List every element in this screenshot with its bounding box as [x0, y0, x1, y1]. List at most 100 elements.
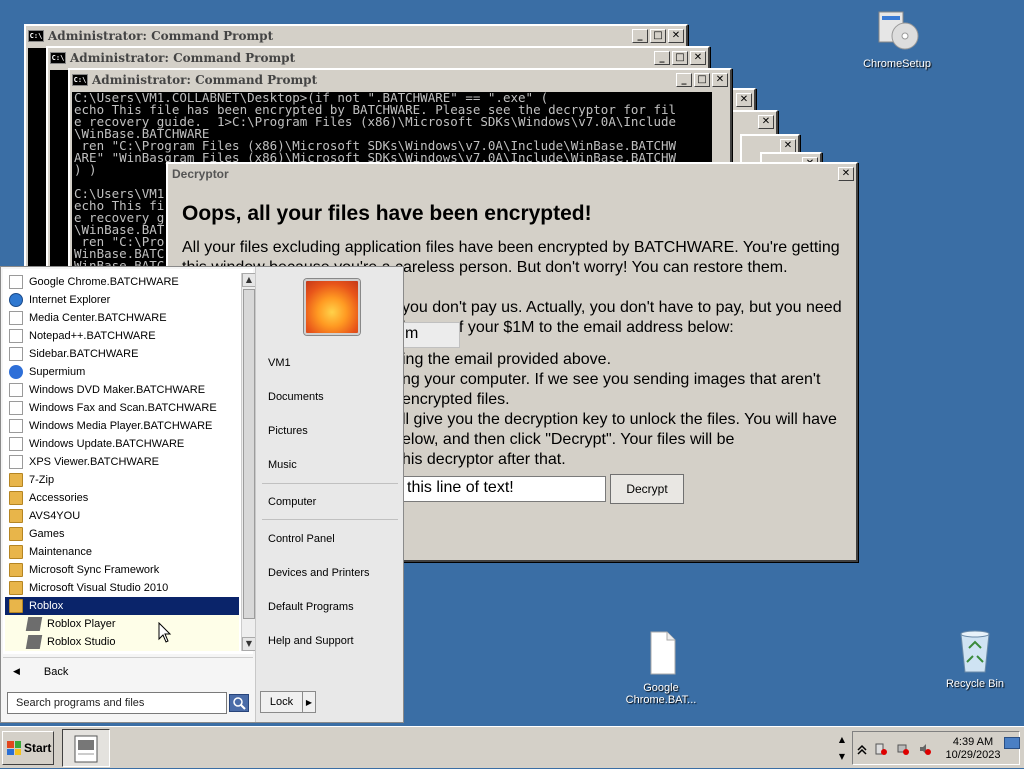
decryptor-heading: Oops, all your files have been encrypted… — [182, 202, 592, 225]
program-item[interactable]: Windows Update.BATCHWARE — [5, 435, 239, 453]
separator — [262, 483, 398, 484]
program-item[interactable]: Roblox Studio — [5, 633, 239, 651]
search-icon[interactable] — [229, 694, 249, 712]
taskbar-app-button[interactable] — [62, 729, 110, 767]
message-line: ng your computer. If we see you sending … — [402, 371, 821, 388]
program-item[interactable]: XPS Viewer.BATCHWARE — [5, 453, 239, 471]
programs-pane: Google Chrome.BATCHWARE Internet Explorer… — [3, 269, 256, 654]
network-icon[interactable] — [897, 743, 909, 755]
program-item[interactable]: Google Chrome.BATCHWARE — [5, 273, 239, 291]
decryption-key-input[interactable]: this line of text! — [400, 476, 606, 502]
close-button[interactable]: ✕ — [668, 29, 684, 43]
close-button[interactable]: ✕ — [838, 167, 854, 181]
desktop-icon-label: Recycle Bin — [945, 678, 1005, 690]
back-button[interactable]: ◀ Back — [3, 657, 253, 685]
close-button[interactable]: ✕ — [690, 51, 706, 65]
link-computer[interactable]: Computer — [268, 496, 316, 508]
maximize-button[interactable]: □ — [694, 73, 710, 87]
program-item[interactable]: AVS4YOU — [5, 507, 239, 525]
desktop-icon-label: Google Chrome.BAT... — [625, 682, 697, 706]
back-label: Back — [43, 665, 69, 678]
close-button[interactable]: ✕ — [712, 73, 728, 87]
close-button[interactable]: ✕ — [736, 93, 752, 107]
user-avatar[interactable] — [304, 279, 360, 335]
desktop-icon-recycle-bin[interactable]: Recycle Bin — [930, 626, 1020, 690]
lock-button[interactable]: Lock ▶ — [260, 691, 316, 713]
program-item[interactable]: Accessories — [5, 489, 239, 507]
desktop-icon-chromesetup[interactable]: ChromeSetup — [852, 6, 942, 70]
program-item[interactable]: Media Center.BATCHWARE — [5, 309, 239, 327]
taskbar-scroll[interactable]: ▲ ▼ — [836, 731, 848, 765]
message-line: ing the email provided above. — [402, 351, 612, 368]
decryptor-title: Decryptor — [172, 167, 229, 181]
search-input[interactable]: Search programs and files — [7, 692, 227, 714]
minimize-button[interactable]: _ — [632, 29, 648, 43]
folder-icon — [9, 491, 23, 505]
program-item[interactable]: Windows Fax and Scan.BATCHWARE — [5, 399, 239, 417]
program-label: Microsoft Visual Studio 2010 — [29, 582, 169, 594]
separator — [262, 519, 398, 520]
link-user-folder[interactable]: VM1 — [268, 357, 291, 369]
system-tray: 4:39 AM 10/29/2023 — [852, 731, 1020, 765]
clock[interactable]: 4:39 AM 10/29/2023 — [943, 736, 1003, 762]
start-button[interactable]: Start — [2, 731, 54, 765]
link-default-programs[interactable]: Default Programs — [268, 601, 354, 613]
desktop-icon-label: ChromeSetup — [863, 58, 931, 70]
link-pictures[interactable]: Pictures — [268, 425, 308, 437]
program-label: Roblox — [29, 600, 64, 612]
link-control-panel[interactable]: Control Panel — [268, 533, 335, 545]
program-item[interactable]: Roblox — [5, 597, 239, 615]
program-item[interactable]: Internet Explorer — [5, 291, 239, 309]
decrypt-button[interactable]: Decrypt — [610, 474, 684, 504]
scroll-up-button[interactable]: ▲ — [242, 273, 256, 287]
program-item[interactable]: Notepad++.BATCHWARE — [5, 327, 239, 345]
taskbar: Start 4:39 AM 10/29/2023 ▲ ▼ — [0, 726, 1024, 768]
message-line: his decryptor after that. — [402, 451, 566, 468]
app-window-icon — [74, 735, 98, 763]
maximize-button[interactable]: □ — [672, 51, 688, 65]
recycle-bin-icon — [951, 626, 999, 674]
link-documents[interactable]: Documents — [268, 391, 324, 403]
cmd-icon: C:\ — [50, 52, 66, 64]
program-item[interactable]: Windows DVD Maker.BATCHWARE — [5, 381, 239, 399]
program-label: AVS4YOU — [29, 510, 81, 522]
decryptor-titlebar[interactable]: Decryptor ✕ — [168, 164, 856, 184]
cmd-titlebar[interactable]: C:\ Administrator: Command Prompt _ □ ✕ — [70, 70, 730, 90]
link-devices-and-printers[interactable]: Devices and Printers — [268, 567, 370, 579]
scroll-thumb[interactable] — [243, 289, 255, 619]
program-label: Windows Media Player.BATCHWARE — [29, 420, 213, 432]
scroll-down-button[interactable]: ▼ — [242, 637, 256, 651]
show-hidden-icons-icon[interactable] — [856, 743, 868, 755]
action-center-icon[interactable] — [875, 743, 887, 755]
link-music[interactable]: Music — [268, 459, 297, 471]
programs-scrollbar[interactable]: ▲ ▼ — [241, 273, 256, 651]
maximize-button[interactable]: □ — [650, 29, 666, 43]
message-line: All your files excluding application fil… — [182, 239, 840, 256]
program-item[interactable]: Supermium — [5, 363, 239, 381]
minimize-button[interactable]: _ — [654, 51, 670, 65]
program-item[interactable]: 7-Zip — [5, 471, 239, 489]
link-help-and-support[interactable]: Help and Support — [268, 635, 354, 647]
start-menu-right-pane: VM1 Documents Pictures Music Computer Co… — [255, 267, 403, 722]
show-desktop-button[interactable] — [1004, 737, 1020, 749]
volume-icon[interactable] — [919, 743, 931, 755]
program-label: Media Center.BATCHWARE — [29, 312, 167, 324]
program-item[interactable]: Games — [5, 525, 239, 543]
program-item[interactable]: Maintenance — [5, 543, 239, 561]
desktop-icon-google-chrome-batchware[interactable]: Google Chrome.BAT... — [616, 630, 706, 706]
message-line: ll give you the decryption key to unlock… — [402, 411, 837, 428]
program-item[interactable]: Microsoft Sync Framework — [5, 561, 239, 579]
program-item[interactable]: Windows Media Player.BATCHWARE — [5, 417, 239, 435]
program-label: 7-Zip — [29, 474, 55, 486]
close-button[interactable]: ✕ — [780, 139, 796, 153]
file-icon — [9, 347, 23, 361]
program-item[interactable]: Microsoft Visual Studio 2010 — [5, 579, 239, 597]
chevron-right-icon[interactable]: ▶ — [303, 698, 315, 707]
minimize-button[interactable]: _ — [676, 73, 692, 87]
program-item[interactable]: Roblox Player — [5, 615, 239, 633]
cmd-titlebar[interactable]: C:\ Administrator: Command Prompt _ □ ✕ — [48, 48, 708, 68]
program-item[interactable]: Sidebar.BATCHWARE — [5, 345, 239, 363]
cmd-titlebar[interactable]: C:\ Administrator: Command Prompt _ □ ✕ — [26, 26, 686, 46]
email-field[interactable]: m — [400, 322, 460, 348]
close-button[interactable]: ✕ — [758, 115, 774, 129]
